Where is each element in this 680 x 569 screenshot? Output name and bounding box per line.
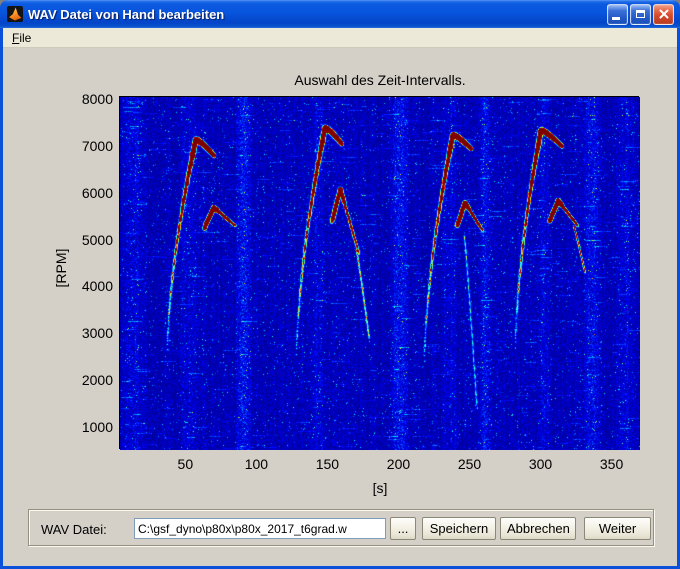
x-tick-label: 350 bbox=[587, 456, 637, 472]
x-tick-label: 50 bbox=[160, 456, 210, 472]
y-tick-label: 7000 bbox=[66, 138, 113, 154]
x-tick-label: 150 bbox=[302, 456, 352, 472]
close-icon bbox=[659, 9, 669, 19]
x-tick-label: 200 bbox=[373, 456, 423, 472]
minimize-button[interactable] bbox=[607, 4, 628, 25]
next-button[interactable]: Weiter bbox=[584, 517, 651, 540]
plot-title: Auswahl des Zeit-Intervalls. bbox=[120, 72, 640, 88]
maximize-button[interactable] bbox=[630, 4, 651, 25]
save-button[interactable]: Speichern bbox=[422, 517, 496, 540]
y-tick-label: 1000 bbox=[66, 419, 113, 435]
x-tick-label: 100 bbox=[231, 456, 281, 472]
wav-file-label: WAV Datei: bbox=[41, 522, 107, 537]
y-tick-label: 3000 bbox=[66, 325, 113, 341]
window-controls bbox=[607, 4, 674, 25]
y-tick-label: 2000 bbox=[66, 372, 113, 388]
menu-item-file[interactable]: File bbox=[3, 29, 40, 47]
app-window: WAV Datei von Hand bearbeiten File Auswa… bbox=[0, 0, 680, 569]
y-tick-label: 6000 bbox=[66, 185, 113, 201]
y-tick-label: 8000 bbox=[66, 91, 113, 107]
x-tick-label: 250 bbox=[445, 456, 495, 472]
browse-button[interactable]: ... bbox=[390, 517, 416, 540]
x-tick-label: 300 bbox=[516, 456, 566, 472]
spectrogram-canvas[interactable] bbox=[120, 97, 640, 450]
close-button[interactable] bbox=[653, 4, 674, 25]
plot-area[interactable] bbox=[119, 96, 639, 449]
client-area: File Auswahl des Zeit-Intervalls. [RPM] … bbox=[3, 28, 677, 566]
window-title: WAV Datei von Hand bearbeiten bbox=[28, 7, 607, 22]
menu-bar: File bbox=[3, 28, 677, 48]
y-tick-label: 5000 bbox=[66, 232, 113, 248]
wav-path-input[interactable] bbox=[134, 518, 386, 539]
matlab-app-icon bbox=[7, 6, 23, 22]
y-tick-label: 4000 bbox=[66, 278, 113, 294]
x-axis-label: [s] bbox=[120, 480, 640, 496]
cancel-button[interactable]: Abbrechen bbox=[500, 517, 576, 540]
minimize-icon bbox=[612, 17, 620, 20]
matlab-flame-icon bbox=[8, 7, 22, 21]
maximize-icon bbox=[636, 10, 645, 18]
title-bar[interactable]: WAV Datei von Hand bearbeiten bbox=[0, 0, 680, 28]
